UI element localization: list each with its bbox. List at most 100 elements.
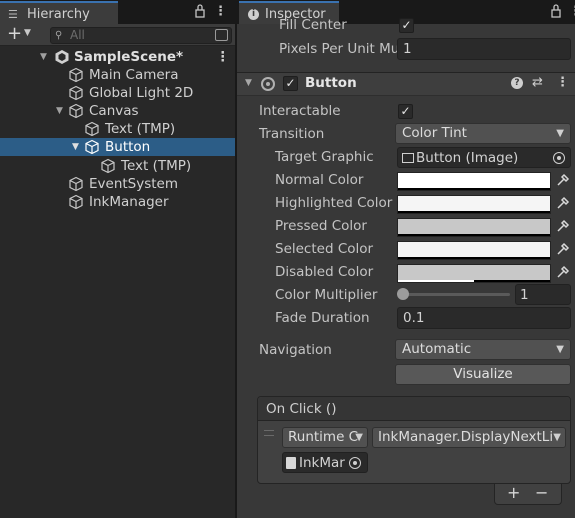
item-label: Canvas — [89, 103, 139, 119]
on-click-event-box: On Click () Runtime C ▼ InkManager.Displ… — [257, 396, 571, 484]
interactable-label: Interactable — [259, 103, 341, 119]
runtime-value: Runtime C — [288, 429, 359, 445]
target-graphic-field[interactable]: Button (Image) — [397, 147, 571, 168]
expand-arrow-icon[interactable]: ▼ — [72, 138, 79, 156]
scene-more-icon[interactable]: ⋮ — [216, 48, 230, 66]
scene-name: SampleScene* — [74, 49, 184, 65]
hierarchy-item-button[interactable]: ▼ Button — [0, 138, 235, 156]
drag-handle-icon[interactable] — [264, 430, 274, 436]
alpha-bar — [398, 234, 550, 236]
component-more-icon[interactable]: ⋮ — [556, 75, 569, 90]
info-icon: i — [248, 9, 259, 20]
hierarchy-item-text-tmp[interactable]: Text (TMP) — [0, 120, 235, 138]
eyedropper-icon[interactable] — [554, 196, 571, 213]
color-multiplier-field[interactable]: 1 — [515, 284, 571, 305]
lock-icon[interactable] — [550, 0, 562, 24]
color-multiplier-slider-track[interactable] — [402, 293, 510, 296]
fade-duration-field[interactable]: 0.1 — [397, 307, 571, 329]
navigation-label: Navigation — [259, 342, 332, 358]
alpha-bar — [398, 280, 550, 282]
add-event-button[interactable]: + — [507, 483, 520, 502]
hierarchy-scene-row[interactable]: ▼ SampleScene* ⋮ — [0, 48, 235, 66]
function-dropdown[interactable]: InkManager.DisplayNextLi ▼ — [372, 427, 566, 448]
color-multiplier-slider-thumb[interactable] — [397, 288, 409, 300]
button-component-header[interactable]: ▼ ✓ Button ? ⇄ ⋮ — [237, 72, 575, 96]
target-graphic-value: Button (Image) — [416, 150, 519, 166]
help-icon[interactable]: ? — [511, 77, 523, 89]
color-swatch[interactable] — [397, 195, 551, 214]
eyedropper-icon[interactable] — [554, 219, 571, 236]
expand-arrow-icon[interactable]: ▼ — [40, 48, 47, 66]
remove-event-button[interactable]: − — [535, 483, 548, 502]
inspector-panel: i Inspector ⋮ Fill Center ✓ Pixels Per U… — [237, 0, 575, 518]
item-label: InkManager — [89, 194, 169, 210]
lock-icon[interactable] — [194, 0, 206, 24]
item-label: Button — [105, 139, 151, 155]
on-click-header: On Click () — [258, 397, 570, 421]
color-label: Normal Color — [275, 172, 364, 188]
item-label: Global Light 2D — [89, 85, 194, 101]
fill-center-checkbox[interactable]: ✓ — [399, 18, 414, 33]
ppu-field[interactable]: 1 — [397, 38, 571, 60]
event-object-value: InkMar — [299, 455, 345, 471]
hierarchy-item-global-light[interactable]: Global Light 2D — [0, 84, 235, 102]
transition-label: Transition — [259, 126, 325, 142]
add-icon[interactable]: + — [7, 23, 22, 44]
tab-hierarchy[interactable]: ☰ Hierarchy — [0, 1, 118, 24]
function-value: InkManager.DisplayNextLi — [378, 429, 554, 445]
gameobject-cube-icon — [68, 176, 84, 192]
chevron-down-icon: ▼ — [556, 344, 564, 355]
alpha-bar — [398, 257, 550, 259]
hierarchy-item-button-text[interactable]: Text (TMP) — [0, 157, 235, 175]
color-swatch[interactable] — [397, 218, 551, 237]
visualize-button[interactable]: Visualize — [395, 364, 571, 385]
chevron-down-icon: ▼ — [556, 128, 564, 139]
collapse-arrow-icon[interactable]: ▼ — [245, 78, 252, 88]
hierarchy-search-input[interactable]: ⚲ All — [50, 27, 232, 44]
presets-icon[interactable]: ⇄ — [532, 75, 543, 90]
object-picker-icon[interactable] — [553, 152, 565, 164]
gameobject-cube-icon — [68, 103, 84, 119]
transition-value: Color Tint — [402, 125, 467, 141]
eyedropper-icon[interactable] — [554, 173, 571, 190]
interactable-checkbox[interactable]: ✓ — [398, 104, 413, 119]
navigation-dropdown[interactable]: Automatic ▼ — [395, 339, 571, 360]
color-swatch[interactable] — [397, 172, 551, 191]
chevron-down-icon[interactable]: ▼ — [24, 28, 31, 38]
color-swatch[interactable] — [397, 264, 551, 283]
event-object-field[interactable]: InkMar — [282, 452, 368, 473]
component-enabled-checkbox[interactable]: ✓ — [283, 76, 298, 91]
item-label: Text (TMP) — [105, 121, 176, 137]
hierarchy-item-canvas[interactable]: ▼ Canvas — [0, 102, 235, 120]
more-menu-icon[interactable]: ⋮ — [214, 0, 227, 24]
eyedropper-icon[interactable] — [554, 242, 571, 259]
color-label: Highlighted Color — [275, 195, 393, 211]
hierarchy-panel: ☰ Hierarchy ⋮ + ▼ ⚲ All ▼ SampleScene* ⋮… — [0, 0, 235, 518]
gameobject-cube-icon — [68, 67, 84, 83]
gameobject-cube-icon — [100, 158, 116, 174]
fill-center-label: Fill Center — [279, 17, 347, 33]
item-label: Main Camera — [89, 67, 179, 83]
hierarchy-tab-bar: ☰ Hierarchy ⋮ — [0, 0, 235, 24]
color-label: Selected Color — [275, 241, 374, 257]
search-filter-icon[interactable] — [215, 29, 228, 41]
unity-scene-icon — [54, 49, 70, 65]
event-list-footer: + − — [494, 483, 562, 505]
object-picker-icon[interactable] — [349, 457, 361, 469]
color-swatch[interactable] — [397, 241, 551, 260]
gameobject-cube-icon — [68, 194, 84, 210]
hierarchy-item-main-camera[interactable]: Main Camera — [0, 66, 235, 84]
search-icon: ⚲ — [55, 30, 63, 41]
runtime-mode-dropdown[interactable]: Runtime C ▼ — [282, 427, 368, 448]
expand-arrow-icon[interactable]: ▼ — [56, 102, 63, 120]
gameobject-cube-icon — [84, 121, 100, 137]
item-label: EventSystem — [89, 176, 179, 192]
transition-dropdown[interactable]: Color Tint ▼ — [395, 123, 571, 144]
eyedropper-icon[interactable] — [554, 265, 571, 282]
navigation-value: Automatic — [402, 341, 472, 357]
hierarchy-item-inkmanager[interactable]: InkManager — [0, 193, 235, 211]
component-title: Button — [305, 75, 357, 91]
color-multiplier-label: Color Multiplier — [275, 287, 378, 303]
more-menu-icon[interactable]: ⋮ — [569, 0, 575, 24]
hierarchy-item-eventsystem[interactable]: EventSystem — [0, 175, 235, 193]
